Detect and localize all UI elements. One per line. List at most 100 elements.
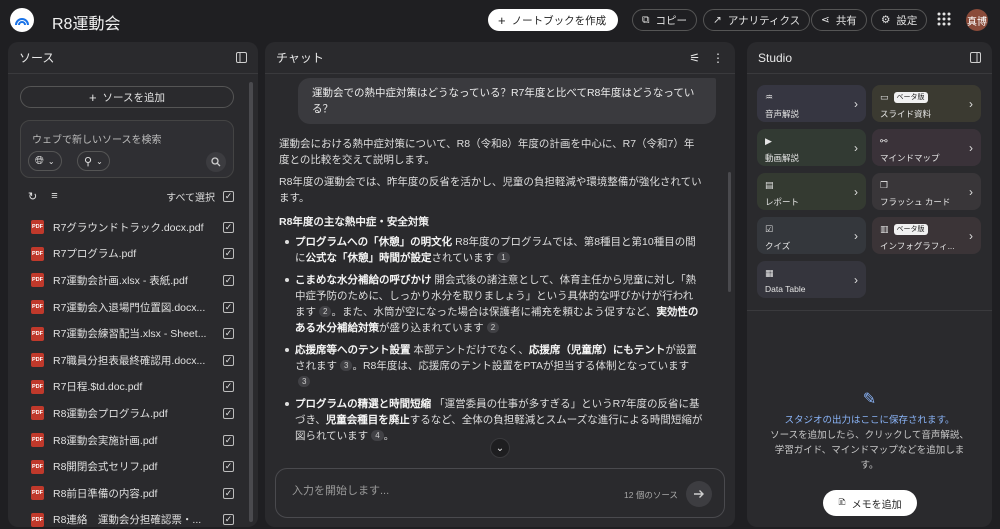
web-source-search[interactable]: ウェブで新しいソースを検索 🌐︎ ⌄ ⚲ ⌄ — [20, 120, 234, 178]
studio-panel: Studio ♒ 音声解説 › ▭ ベータ版 スライド資料 › ▶ 動画解説 › ⚯ マインドマップ ›… — [747, 42, 992, 527]
sort-icon[interactable]: ≡ — [51, 190, 57, 202]
select-all-toggle[interactable]: すべて選択 ✓ — [166, 189, 234, 204]
avatar[interactable]: 真博 — [966, 9, 988, 31]
source-item[interactable]: PDF R7運動会計画.xlsx - 表紙.pdf ✓ — [8, 267, 248, 294]
chat-input[interactable] — [292, 485, 592, 497]
citation-chip[interactable]: 2 — [486, 322, 500, 333]
source-item-checkbox[interactable]: ✓ — [223, 381, 234, 393]
sources-scrollbar[interactable] — [249, 82, 253, 522]
apps-grid-icon[interactable] — [937, 12, 951, 26]
chevron-right-icon[interactable]: › — [969, 185, 973, 199]
source-item-checkbox[interactable]: ✓ — [223, 274, 234, 286]
citation-chip[interactable]: 2 — [319, 306, 332, 317]
citation-chip[interactable]: 3 — [340, 360, 353, 371]
studio-tool-tile[interactable]: ☑ クイズ › — [757, 217, 866, 254]
chevron-right-icon[interactable]: › — [854, 273, 858, 287]
search-mode-dropdown[interactable]: ⚲ ⌄ — [77, 151, 110, 171]
chevron-right-icon[interactable]: › — [854, 97, 858, 111]
table-icon: ▦ — [765, 268, 774, 278]
user-message: 運動会での熱中症対策はどうなっている？R7年度と比べてR8年度はどうなっている？ — [298, 78, 716, 124]
source-item[interactable]: PDF R8運動会プログラム.pdf ✓ — [8, 400, 248, 427]
source-item-checkbox[interactable]: ✓ — [223, 434, 234, 446]
sources-header: ソース — [8, 42, 258, 74]
source-item[interactable]: PDF R7運動会入退場門位置図.docx... ✓ — [8, 294, 248, 321]
source-list: PDF R7グラウンドトラック.docx.pdf ✓ PDF R7プログラム.pdf ✓ P… — [8, 214, 248, 527]
studio-tool-tile[interactable]: ▦ Data Table › — [757, 261, 866, 298]
source-item[interactable]: PDF R7プログラム.pdf ✓ — [8, 241, 248, 268]
source-item-checkbox[interactable]: ✓ — [223, 248, 234, 260]
select-all-checkbox[interactable]: ✓ — [223, 190, 234, 202]
plus-icon: + — [498, 12, 506, 28]
gear-icon: ⚙ — [881, 14, 891, 26]
bullet-bold: 児童会種目を廃止 — [325, 414, 410, 426]
citation-chip[interactable]: 1 — [497, 252, 510, 263]
source-item-checkbox[interactable]: ✓ — [223, 221, 234, 233]
chevron-right-icon[interactable]: › — [854, 185, 858, 199]
note-icon: 🗈︎ — [838, 496, 846, 508]
chat-input-box: 12 個のソース — [275, 468, 725, 518]
chevron-right-icon[interactable]: › — [854, 141, 858, 155]
notebook-title[interactable]: R8運動会 — [52, 10, 120, 34]
source-item[interactable]: PDF R8運動会実施計画.pdf ✓ — [8, 427, 248, 454]
source-item-checkbox[interactable]: ✓ — [223, 514, 234, 526]
beta-badge: ベータ版 — [893, 91, 928, 103]
analytics-button[interactable]: ↗ アナリティクス — [703, 9, 811, 31]
beta-badge: ベータ版 — [893, 223, 928, 235]
studio-tool-label: 動画解説 — [765, 153, 800, 163]
pdf-icon: PDF — [31, 273, 44, 288]
studio-tool-tile[interactable]: ▭ ベータ版 スライド資料 › — [872, 85, 981, 122]
share-button[interactable]: ⋖ 共有 — [811, 9, 867, 31]
search-submit-button[interactable] — [206, 152, 226, 172]
add-memo-button[interactable]: 🗈︎ メモを追加 — [823, 490, 917, 516]
studio-tool-tile[interactable]: ♒ 音声解説 › — [757, 85, 866, 122]
source-item[interactable]: PDF R8開閉会式セリフ.pdf ✓ — [8, 453, 248, 480]
chevron-right-icon[interactable]: › — [969, 141, 973, 155]
chevron-right-icon[interactable]: › — [969, 229, 973, 243]
source-item[interactable]: PDF R7運動会練習配当.xlsx - Sheet... ✓ — [8, 320, 248, 347]
studio-tool-tile[interactable]: ▥ ベータ版 インフォグラフィ... › — [872, 217, 981, 254]
report-icon: ▤ — [765, 180, 774, 190]
source-item[interactable]: PDF R7日程.$td.doc.pdf ✓ — [8, 374, 248, 401]
studio-tool-tile[interactable]: ▶ 動画解説 › — [757, 129, 866, 166]
settings-button[interactable]: ⚙ 設定 — [871, 9, 928, 31]
answer-bullet: プログラムの精選と時間短縮 「運営委員の仕事が多すぎる」というR7年度の反省に基… — [279, 396, 703, 444]
studio-tool-tile[interactable]: ❐ フラッシュ カード › — [872, 173, 981, 210]
citation-chip[interactable]: 3 — [298, 376, 311, 387]
source-item[interactable]: PDF R7職員分担表最終確認用.docx... ✓ — [8, 347, 248, 374]
add-source-button[interactable]: + ソースを追加 — [20, 86, 234, 108]
source-item-checkbox[interactable]: ✓ — [223, 354, 234, 366]
more-vert-icon[interactable]: ⋮ — [712, 51, 724, 65]
studio-tool-tile[interactable]: ⚯ マインドマップ › — [872, 129, 981, 166]
chevron-right-icon[interactable]: › — [854, 229, 858, 243]
tile-header: ▥ ベータ版 — [880, 223, 973, 235]
source-item-checkbox[interactable]: ✓ — [223, 461, 234, 473]
refresh-icon[interactable]: ↻ — [28, 190, 37, 203]
studio-tool-tile[interactable]: ▤ レポート › — [757, 173, 866, 210]
bullet-bold: 公式な「休憩」時間が設定 — [305, 252, 432, 264]
notebooklm-logo-icon[interactable] — [10, 8, 34, 32]
collapse-panel-icon[interactable] — [970, 52, 981, 63]
chat-scrollbar[interactable] — [728, 172, 731, 292]
source-item-checkbox[interactable]: ✓ — [223, 487, 234, 499]
source-item-name: R7グラウンドトラック.docx.pdf — [53, 221, 204, 234]
source-item[interactable]: PDF R8前日準備の内容.pdf ✓ — [8, 480, 248, 507]
chevron-right-icon[interactable]: › — [969, 97, 973, 111]
scroll-to-bottom-button[interactable]: ⌄ — [490, 438, 510, 458]
tune-settings-icon[interactable]: ⚟ — [689, 51, 700, 65]
create-notebook-button[interactable]: + ノートブックを作成 — [488, 9, 618, 31]
send-button[interactable] — [686, 481, 712, 507]
search-source-type-dropdown[interactable]: 🌐︎ ⌄ — [28, 151, 62, 171]
source-item-checkbox[interactable]: ✓ — [223, 301, 234, 313]
source-item[interactable]: PDF R7グラウンドトラック.docx.pdf ✓ — [8, 214, 248, 241]
source-item-checkbox[interactable]: ✓ — [223, 407, 234, 419]
source-item[interactable]: PDF R8連絡 運動会分担確認票・... ✓ — [8, 507, 248, 527]
studio-tool-label: スライド資料 — [880, 109, 932, 119]
source-item-name: R7プログラム.pdf — [53, 248, 137, 261]
citation-chip[interactable]: 4 — [371, 430, 384, 441]
source-item-name: R7運動会入退場門位置図.docx... — [53, 301, 206, 314]
copy-button[interactable]: ⧉ コピー — [632, 9, 697, 31]
collapse-panel-icon[interactable] — [236, 52, 247, 63]
source-count: 12 個のソース — [624, 490, 678, 500]
source-item-checkbox[interactable]: ✓ — [223, 328, 234, 340]
bullet-text: 。 — [383, 430, 395, 442]
